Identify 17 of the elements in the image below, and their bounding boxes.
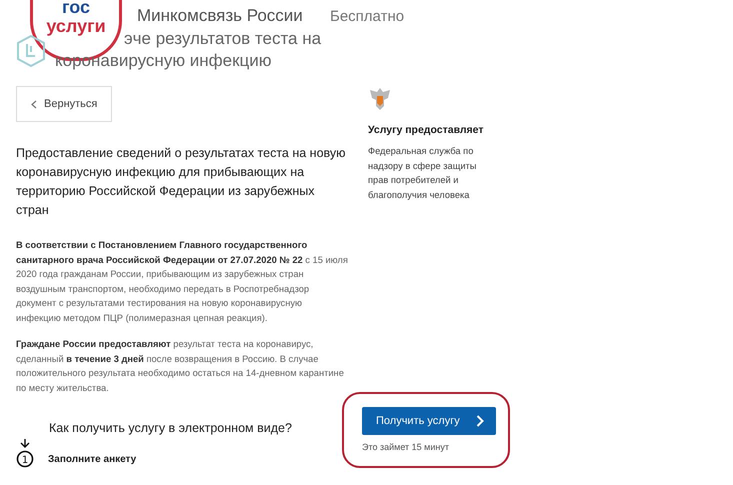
step-label: Заполните анкету	[48, 454, 136, 467]
back-button[interactable]: Вернуться	[16, 86, 112, 122]
duration-note: Это займет 15 минут	[362, 442, 450, 452]
app-icon	[14, 34, 48, 68]
description-paragraph: В соответствии с Постановлением Главного государственного санитарного врача Российской Федерации от 27.07.2020 № 22 с 15 июля 2020 года гражданам России, прибывающим из зарубежных стран воздушным транспортом, необходимо передать в Роспотребнадзор документ с результатами тестирования на новую коронавирусную инфекцию методом ПЦР (полимеразная цепная реакция).	[16, 239, 348, 325]
service-title: Предоставление сведений о результатах теста на новую коронавирусную инфекцию для прибывающих на территорию Российской Федерации из зарубежных стран	[16, 145, 346, 219]
provider-heading: Услугу предоставляет	[368, 124, 485, 136]
page-title: эче результатов теста на	[124, 29, 322, 49]
provider-name: Федеральная служба по надзору в сфере защиты прав потребителей и благополучия человека	[368, 145, 478, 202]
description-paragraph: Граждане России предоставляют результат теста на коронавирус, сделанный в течение 3 дней после возвращения в Россию. В случае положительного результата необходимо остаться на 14-дневном карантине по месту жительства.	[16, 338, 345, 395]
get-service-button[interactable]: Получить услугу	[362, 407, 496, 435]
section-heading: Как получить услугу в электронном виде?	[49, 421, 293, 435]
ministry-name: Минкомсвязь России	[137, 6, 303, 26]
chevron-left-icon	[31, 100, 37, 108]
chevron-right-icon	[476, 415, 484, 427]
emblem-icon	[368, 86, 392, 112]
price-label: Бесплатно	[330, 8, 404, 25]
